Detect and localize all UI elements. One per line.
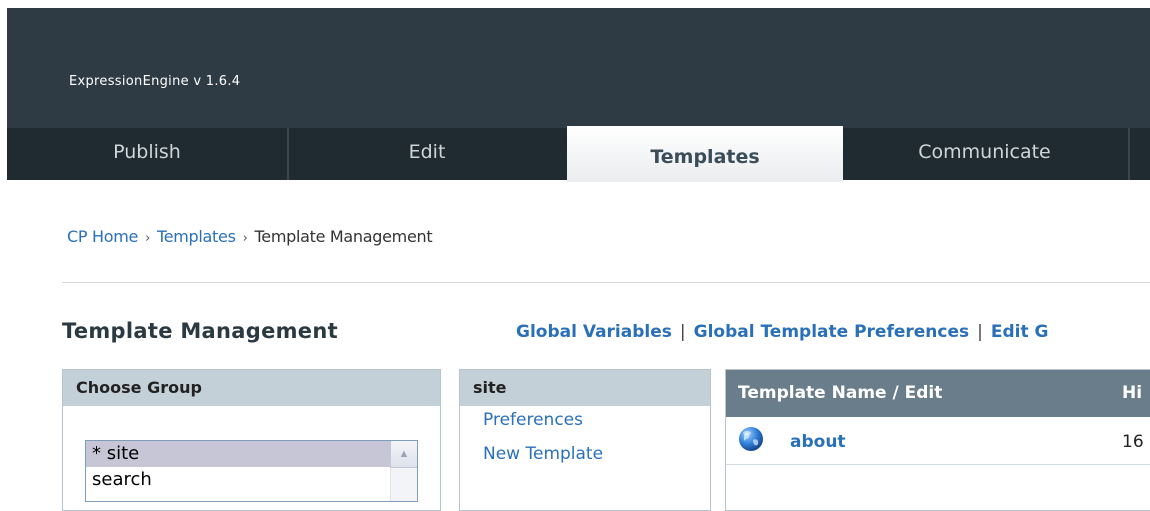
edit-link[interactable]: Edit G <box>991 322 1049 342</box>
table-header: Template Name / Edit Hi <box>726 370 1150 417</box>
chevron-up-icon: ▲ <box>398 448 410 460</box>
tab-edit-label: Edit <box>408 141 446 163</box>
group-option-site[interactable]: * site <box>86 441 417 467</box>
link-separator: | <box>679 322 686 342</box>
scroll-up-button[interactable]: ▲ <box>390 441 417 468</box>
new-template-link[interactable]: New Template <box>483 444 710 464</box>
breadcrumb-cp-home[interactable]: CP Home <box>67 227 138 246</box>
global-template-preferences-link[interactable]: Global Template Preferences <box>694 322 970 342</box>
choose-group-title: Choose Group <box>63 370 440 406</box>
globe-icon <box>739 427 763 451</box>
global-variables-link[interactable]: Global Variables <box>516 322 672 342</box>
app-title: ExpressionEngine v 1.6.4 <box>69 74 241 89</box>
group-menu-title: site <box>460 370 710 406</box>
tab-publish-label: Publish <box>113 141 181 163</box>
templates-table: Template Name / Edit Hi about 16 <box>725 369 1150 511</box>
column-template-name: Template Name / Edit <box>738 383 943 403</box>
breadcrumb-templates[interactable]: Templates <box>157 227 236 246</box>
column-hits: Hi <box>1122 383 1143 403</box>
tab-templates-label: Templates <box>650 146 760 168</box>
tab-publish[interactable]: Publish <box>7 128 287 180</box>
main-tabs: Publish Edit Templates Communicate <box>7 126 1150 182</box>
template-actions: Global Variables | Global Template Prefere… <box>516 322 1048 342</box>
template-group-listbox[interactable]: * site search ▲ <box>85 440 418 502</box>
tab-templates[interactable]: Templates <box>567 126 843 182</box>
breadcrumb-current: Template Management <box>254 227 433 246</box>
divider <box>62 282 1150 283</box>
preferences-link[interactable]: Preferences <box>483 410 710 430</box>
header-bar: ExpressionEngine v 1.6.4 <box>7 8 1150 128</box>
group-option-search[interactable]: search <box>86 467 417 493</box>
tab-communicate-label: Communicate <box>918 141 1051 163</box>
tab-edit[interactable]: Edit <box>289 128 565 180</box>
breadcrumb-separator: › <box>242 231 248 246</box>
tab-communicate[interactable]: Communicate <box>843 128 1126 180</box>
tab-divider <box>1128 128 1130 180</box>
template-hits: 16 <box>1122 432 1144 452</box>
template-name-link[interactable]: about <box>790 432 846 452</box>
breadcrumb-separator: › <box>145 231 150 246</box>
group-menu-panel: site Preferences New Template <box>459 369 711 511</box>
breadcrumb: CP Home › Templates › Template Management <box>67 227 433 246</box>
page-title: Template Management <box>62 319 338 343</box>
link-separator: | <box>977 322 983 342</box>
choose-group-panel: Choose Group * site search ▲ <box>62 369 441 511</box>
table-row: about 16 <box>726 418 1150 465</box>
